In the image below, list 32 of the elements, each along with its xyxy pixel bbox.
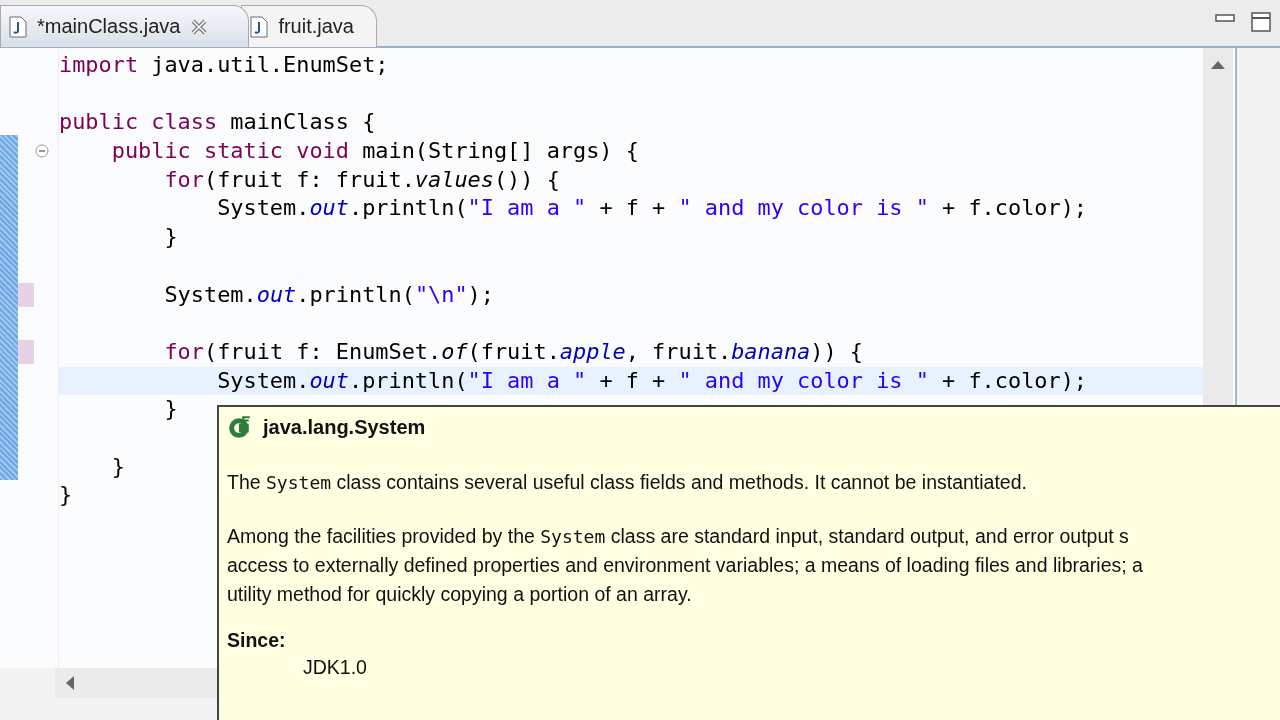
class-icon: [227, 414, 253, 440]
change-marker: [18, 282, 34, 307]
collapse-icon[interactable]: [35, 144, 49, 159]
code-line: }: [110, 453, 125, 479]
doc-text-line: utility method for quickly copying a portion of an array.: [227, 582, 692, 607]
doc-text-line: access to externally defined properties and environment variables; a means of loading files and libraries; a: [227, 553, 1143, 578]
close-icon[interactable]: [190, 17, 209, 36]
code-line: for(fruit f: fruit.values()) {: [163, 166, 560, 192]
doc-text-line: The System class contains several useful class fields and methods. It cannot be instantiated.: [227, 470, 1027, 495]
code-line: System.out.println("I am a " + f + " and my color is " + f.color);: [216, 195, 1088, 221]
tooltip-title: java.lang.System: [263, 415, 426, 439]
code-line: System.out.println("I am a " + f + " and my color is " + f.color);: [216, 367, 1088, 393]
scroll-up-icon[interactable]: [1210, 60, 1226, 70]
java-file-icon: [250, 15, 269, 38]
since-label: Since:: [227, 629, 286, 652]
file-tab[interactable]: *mainClass.java: [0, 5, 250, 47]
file-tab[interactable]: fruit.java: [241, 5, 377, 47]
minimize-icon[interactable]: [1214, 11, 1236, 25]
java-file-icon: [9, 15, 27, 38]
code-line: }: [59, 482, 73, 508]
scroll-left-icon[interactable]: [65, 675, 75, 691]
code-line: public class mainClass {: [59, 109, 376, 135]
code-line: for(fruit f: EnumSet.of(fruit.apple, fruit.banana)) {: [163, 338, 863, 364]
code-line: System.out.println("\n");: [163, 281, 494, 307]
maximize-icon[interactable]: [1250, 11, 1272, 33]
code-line: import java.util.EnumSet;: [59, 52, 389, 77]
doc-text-line: Among the facilities provided by the System class are standard input, standard output, and error output s: [227, 524, 1129, 549]
change-marker: [18, 339, 34, 364]
code-line: }: [163, 396, 178, 422]
since-value: JDK1.0: [303, 656, 367, 679]
code-line: public static void main(String[] args) {: [110, 138, 639, 164]
code-line: }: [163, 224, 178, 250]
